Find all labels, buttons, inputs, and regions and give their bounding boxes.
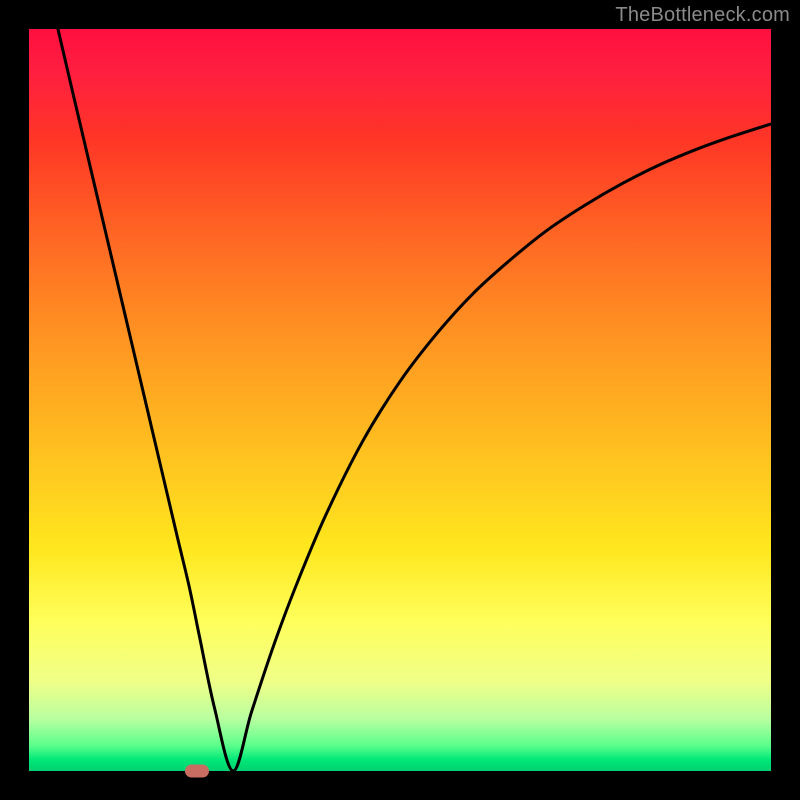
bottleneck-curve: [58, 29, 771, 771]
curve-layer: [29, 29, 771, 771]
watermark-text: TheBottleneck.com: [615, 4, 790, 27]
optimal-marker: [185, 765, 209, 778]
plot-area: [29, 29, 771, 771]
chart-frame: TheBottleneck.com: [0, 0, 800, 800]
